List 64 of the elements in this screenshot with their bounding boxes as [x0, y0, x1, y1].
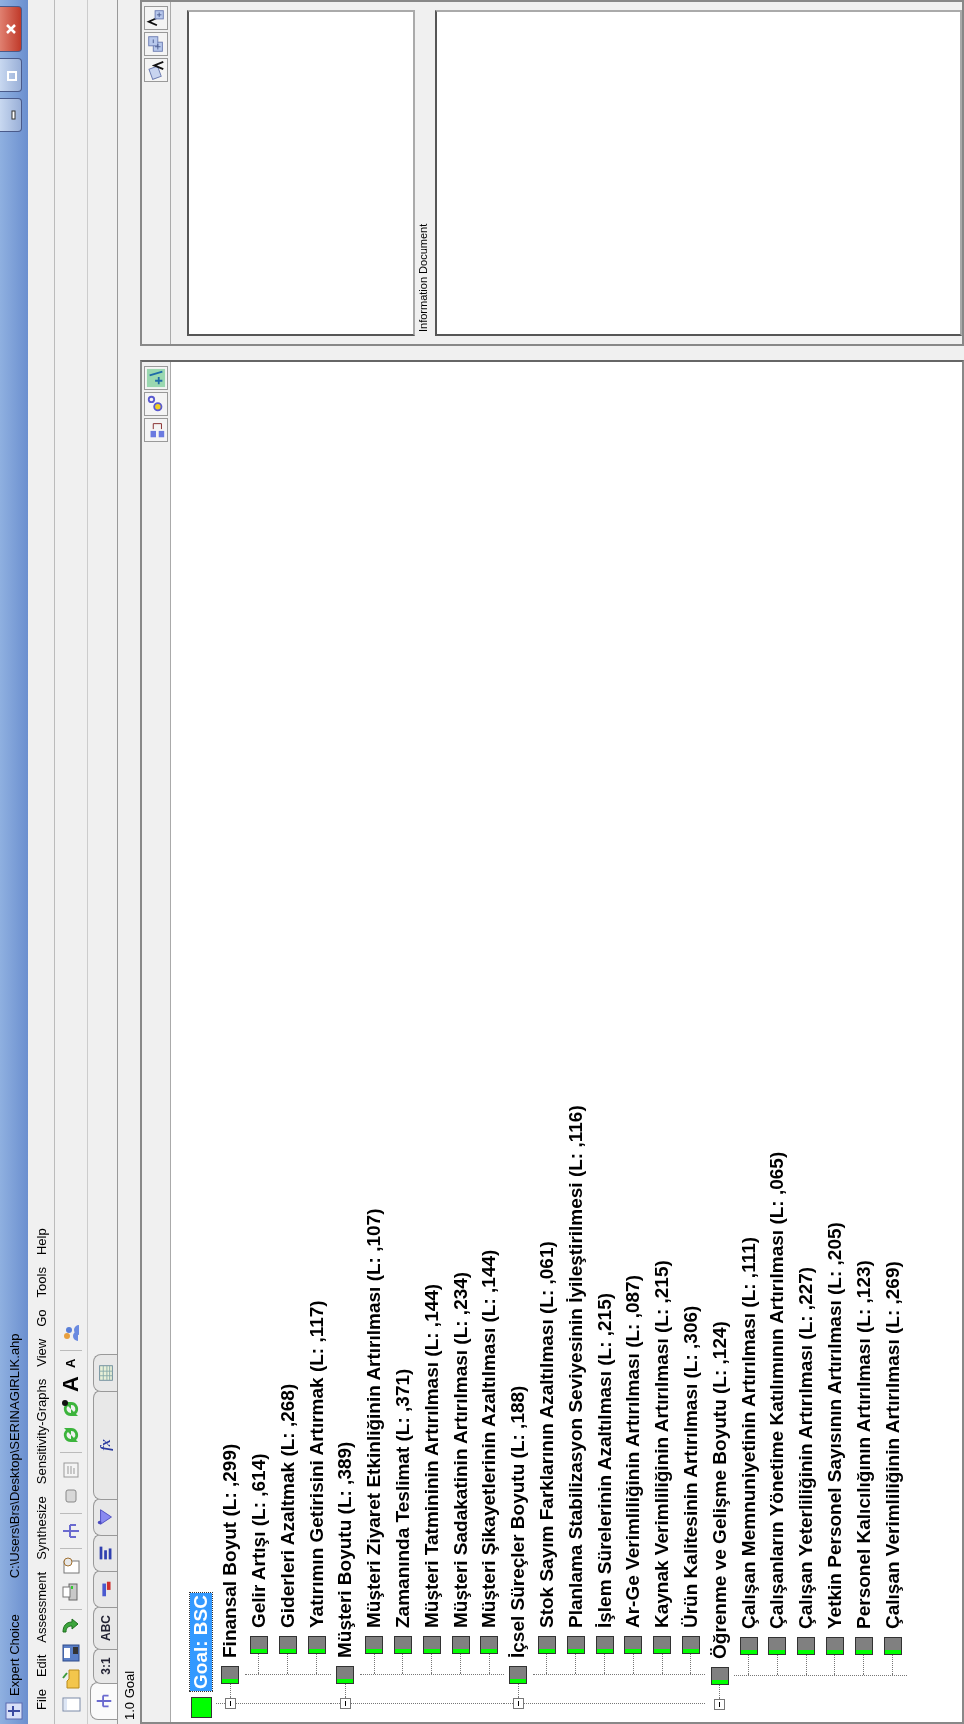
node-icon [190, 1697, 212, 1718]
tree-node[interactable]: İçsel Süreçler Boyutu (L: ,188) [507, 1383, 530, 1660]
view-tab[interactable] [93, 1534, 117, 1572]
tree-node[interactable]: Stok Sayım Farklarının Azaltılması (L: ,061) [535, 1239, 558, 1630]
expand-toggle[interactable] [714, 1699, 726, 1710]
tree-node[interactable]: Ar-Ge Verimliliğinin Artırılması (L: ,087) [622, 1273, 645, 1630]
tree-node[interactable]: Planlama Stabilizasyon Seviyesinin İyileştirilmesi (L: ,116) [564, 1103, 587, 1630]
app-title: Expert Choice [6, 1614, 22, 1696]
tree-node[interactable]: Çalışanların Yönetime Katılımının Artırılması (L: ,065) [766, 1149, 789, 1631]
tree-node[interactable]: Personel Kalıcılığının Artırılması (L: ,123) [852, 1258, 875, 1631]
tree-node[interactable]: Müşteri Şikayetlerinin Azaltılması (L: ,144) [478, 1247, 501, 1630]
font-decrease-button[interactable]: A [60, 1356, 82, 1371]
expand-toggle[interactable] [512, 1698, 524, 1709]
tree-node[interactable]: Finansal Boyut (L: ,299) [219, 1441, 242, 1660]
view-tab[interactable]: 3:1 [93, 1648, 117, 1684]
hierarchy-button[interactable] [144, 418, 168, 442]
minimize-button[interactable] [0, 98, 22, 132]
tree-node[interactable]: Çalışan Yeterliliğinin Artırılması (L: ,227) [795, 1264, 818, 1631]
tree-node[interactable]: Çalışan Verimliliğinin Artırılması (L: ,269) [881, 1259, 904, 1631]
tree-node[interactable]: Kaynak Verimliliğinin Artırılması (L: ,215) [651, 1258, 674, 1630]
status-text: 1.0 Goal [121, 1670, 137, 1720]
view-tab[interactable]: ABC [93, 1606, 117, 1650]
menu-item[interactable]: File [31, 1683, 51, 1716]
menu-item[interactable]: Go [31, 1303, 51, 1333]
close-button[interactable] [0, 6, 22, 52]
tree-node[interactable]: Öğrenme ve Gelişme Boyutu (L: ,124) [708, 1319, 731, 1661]
plus-minus-squares-icon [146, 34, 166, 54]
panel-label: Information Document [417, 223, 429, 332]
font-increase-button[interactable]: A [60, 1374, 82, 1394]
plus-slash-button[interactable] [144, 366, 168, 390]
tree-node[interactable]: Ürün Kalitesinin Artırılması (L: ,306) [679, 1303, 702, 1630]
plus-slash-icon [146, 368, 166, 388]
tree-node[interactable]: Müşteri Boyutu (L: ,389) [334, 1439, 357, 1660]
menu-item[interactable]: Help [31, 1222, 51, 1262]
view-tab[interactable] [90, 1682, 117, 1720]
tree-node[interactable]: Yetkin Personel Sayısının Artırılması (L: ,205) [823, 1220, 846, 1631]
tree-node[interactable]: Çalışan Memnuniyetinin Artırılması (L: ,111) [737, 1234, 760, 1631]
expand-toggle[interactable] [224, 1698, 236, 1709]
tree-node[interactable]: Müşteri Sadakatinin Artırılması (L: ,234) [449, 1269, 472, 1630]
menu-item[interactable]: Sensitivity-Graphs [31, 1372, 51, 1491]
menu-item[interactable]: Edit [31, 1648, 51, 1684]
save-icon[interactable] [60, 1642, 82, 1664]
print-preview-icon[interactable] [60, 1555, 82, 1577]
menu-item[interactable]: Assessment [31, 1565, 51, 1649]
view-tab[interactable]: fx [93, 1390, 117, 1500]
menu-item[interactable]: Synthesize [31, 1490, 51, 1566]
app-icon [5, 1702, 23, 1720]
tree-node[interactable]: Giderleri Azaltmak (L: ,268) [276, 1381, 299, 1630]
view-tab[interactable] [93, 1498, 117, 1536]
node-button[interactable] [144, 392, 168, 416]
restore-icon [4, 69, 17, 81]
close-icon [4, 23, 17, 35]
restore-button[interactable] [0, 58, 22, 92]
tree-node[interactable]: İşlem Sürelerinin Azaltılması (L: ,215) [593, 1290, 616, 1630]
view-tab[interactable] [93, 1570, 117, 1608]
tree-node[interactable]: Müşteri Ziyaret Etkinliğinin Artırılması (L: ,107) [363, 1206, 386, 1630]
menu-item[interactable]: Tools [31, 1261, 51, 1304]
tree-node[interactable]: Gelir Artışı (L: ,614) [248, 1451, 270, 1630]
tree-node[interactable]: Yatırımın Getirisini Artırmak (L: ,117) [305, 1298, 328, 1630]
expand-toggle[interactable] [339, 1698, 351, 1709]
tree-node[interactable]: Zamanında Teslimat (L: ,371) [391, 1366, 414, 1630]
tree-node[interactable]: Müşteri Tatmininin Artırılması (L: ,144) [420, 1281, 443, 1630]
menu-item[interactable]: View [31, 1332, 51, 1373]
file-path: C:\Users\Brs\Desktop\SERINAGIRLIK.ahp [6, 1333, 22, 1579]
